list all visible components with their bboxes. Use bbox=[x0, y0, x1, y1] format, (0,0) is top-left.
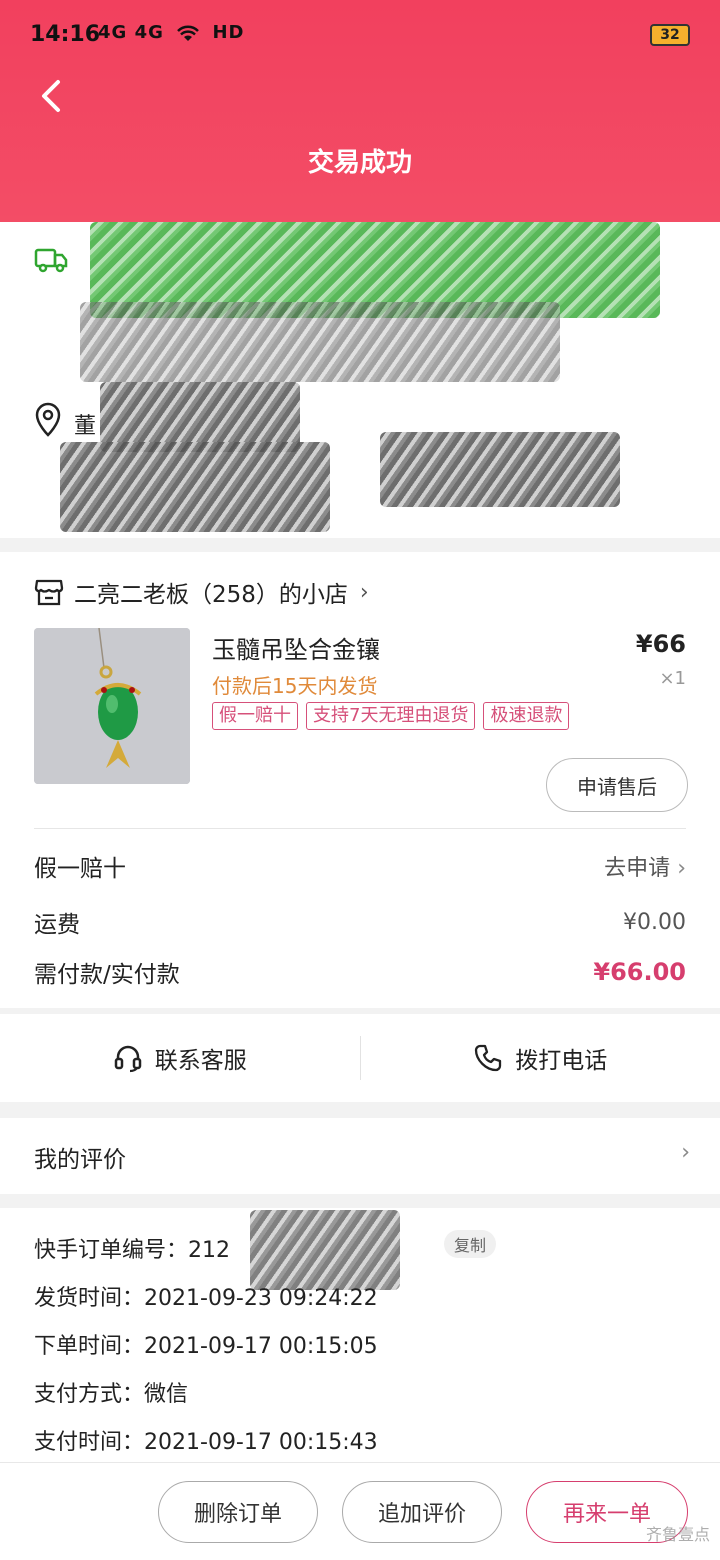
product-title[interactable]: 玉髓吊坠合金镶 bbox=[212, 630, 380, 665]
shipping-note: 付款后15天内发货 bbox=[212, 674, 378, 698]
back-button[interactable] bbox=[30, 74, 74, 118]
chevron-right-icon: › bbox=[681, 1140, 690, 1165]
shipping-fee-label: 运费 bbox=[34, 912, 80, 938]
guarantee-apply-link[interactable]: 去申请 › bbox=[604, 850, 686, 882]
product-image[interactable] bbox=[34, 628, 190, 784]
pendant-image bbox=[34, 628, 190, 784]
wifi-icon bbox=[177, 25, 200, 41]
pay-method-row: 支付方式：微信 bbox=[34, 1376, 188, 1408]
tag-7day-return: 支持7天无理由退货 bbox=[306, 702, 476, 730]
store-icon bbox=[34, 579, 64, 606]
chevron-right-icon: › bbox=[359, 579, 369, 605]
chevron-left-icon bbox=[42, 80, 60, 112]
my-review-label: 我的评价 bbox=[34, 1147, 126, 1173]
signal-text: 4G 4G bbox=[98, 22, 164, 43]
service-tags: 假一赔十 支持7天无理由退货 极速退款 bbox=[212, 702, 570, 730]
product-price: ¥66 bbox=[635, 630, 686, 658]
store-name: 二亮二老板（258）的小店 bbox=[74, 582, 348, 608]
redaction-scribble bbox=[380, 432, 620, 507]
guarantee-apply-text: 去申请 bbox=[604, 856, 671, 881]
headset-icon bbox=[114, 1045, 141, 1073]
after-sale-button[interactable]: 申请售后 bbox=[546, 758, 688, 812]
address-name: 董 bbox=[74, 414, 97, 439]
order-time-value: 2021-09-17 00:15:05 bbox=[144, 1334, 378, 1359]
contact-service-button[interactable]: 联系客服 bbox=[0, 1014, 360, 1102]
battery-icon: 32 bbox=[650, 24, 690, 46]
total-label: 需付款/实付款 bbox=[34, 962, 180, 988]
order-info-card: 快手订单编号：212 复制 发货时间：2021-09-23 09:24:22 下… bbox=[0, 1208, 720, 1468]
chevron-right-icon: › bbox=[677, 856, 686, 881]
ship-time-label: 发货时间： bbox=[34, 1286, 145, 1311]
store-card: 二亮二老板（258）的小店 › 玉髓吊坠合金镶 ¥66 ×1 付款后15天内发货… bbox=[0, 552, 720, 1008]
bottom-action-bar: 删除订单 追加评价 再来一单 齐鲁壹点 bbox=[0, 1462, 720, 1560]
shipping-fee-value: ¥0.00 bbox=[623, 909, 686, 935]
copy-button[interactable]: 复制 bbox=[444, 1230, 497, 1258]
store-link[interactable]: 二亮二老板（258）的小店 › bbox=[34, 574, 369, 610]
ship-time-row: 发货时间：2021-09-23 09:24:22 bbox=[34, 1280, 378, 1312]
truck-icon bbox=[34, 248, 68, 273]
call-phone-button[interactable]: 拨打电话 bbox=[361, 1014, 720, 1102]
ship-time-value: 2021-09-23 09:24:22 bbox=[144, 1286, 378, 1311]
pay-method-value: 微信 bbox=[144, 1382, 189, 1407]
address-card[interactable]: 董 bbox=[0, 222, 720, 538]
redaction-scribble bbox=[250, 1210, 400, 1290]
page-title: 交易成功 bbox=[307, 148, 412, 178]
order-number-row: 快手订单编号：212 bbox=[34, 1232, 230, 1264]
status-bar: 14:16 4G 4G HD 32 bbox=[0, 0, 720, 72]
total-value: ¥66.00 bbox=[593, 958, 686, 986]
total-row: 需付款/实付款 ¥66.00 bbox=[34, 954, 686, 990]
add-review-button[interactable]: 追加评价 bbox=[342, 1481, 502, 1543]
order-time-row: 下单时间：2021-09-17 00:15:05 bbox=[34, 1328, 378, 1360]
order-number-label: 快手订单编号： bbox=[34, 1238, 189, 1263]
pay-time-value: 2021-09-17 00:15:43 bbox=[144, 1430, 378, 1455]
my-review-row[interactable]: 我的评价 › bbox=[0, 1118, 720, 1194]
contact-card: 联系客服 拨打电话 bbox=[0, 1014, 720, 1102]
tag-fake-compensation: 假一赔十 bbox=[212, 702, 298, 730]
location-pin-icon bbox=[35, 402, 61, 437]
header: 14:16 4G 4G HD 32 交易成功 bbox=[0, 0, 720, 222]
order-time-label: 下单时间： bbox=[34, 1334, 145, 1359]
product-quantity: ×1 bbox=[659, 668, 686, 689]
tag-fast-refund: 极速退款 bbox=[483, 702, 570, 730]
signal-icon: 4G 4G HD bbox=[98, 22, 244, 43]
pay-time-row: 支付时间：2021-09-17 00:15:43 bbox=[34, 1424, 378, 1456]
pay-time-label: 支付时间： bbox=[34, 1430, 145, 1455]
guarantee-label: 假一赔十 bbox=[34, 856, 126, 882]
pay-method-label: 支付方式： bbox=[34, 1382, 145, 1407]
redaction-scribble bbox=[80, 302, 560, 382]
status-time: 14:16 bbox=[30, 22, 101, 47]
call-phone-label: 拨打电话 bbox=[515, 1048, 608, 1074]
redaction-scribble bbox=[60, 442, 330, 532]
phone-icon bbox=[475, 1044, 502, 1072]
watermark: 齐鲁壹点 bbox=[645, 1525, 710, 1544]
divider bbox=[34, 828, 686, 829]
delete-order-button[interactable]: 删除订单 bbox=[158, 1481, 318, 1543]
contact-service-label: 联系客服 bbox=[154, 1048, 247, 1074]
shipping-fee-row: 运费 ¥0.00 bbox=[34, 904, 686, 940]
wifi-text: HD bbox=[212, 22, 245, 43]
guarantee-row[interactable]: 假一赔十 去申请 › bbox=[34, 848, 686, 884]
order-number-value: 212 bbox=[188, 1238, 231, 1263]
